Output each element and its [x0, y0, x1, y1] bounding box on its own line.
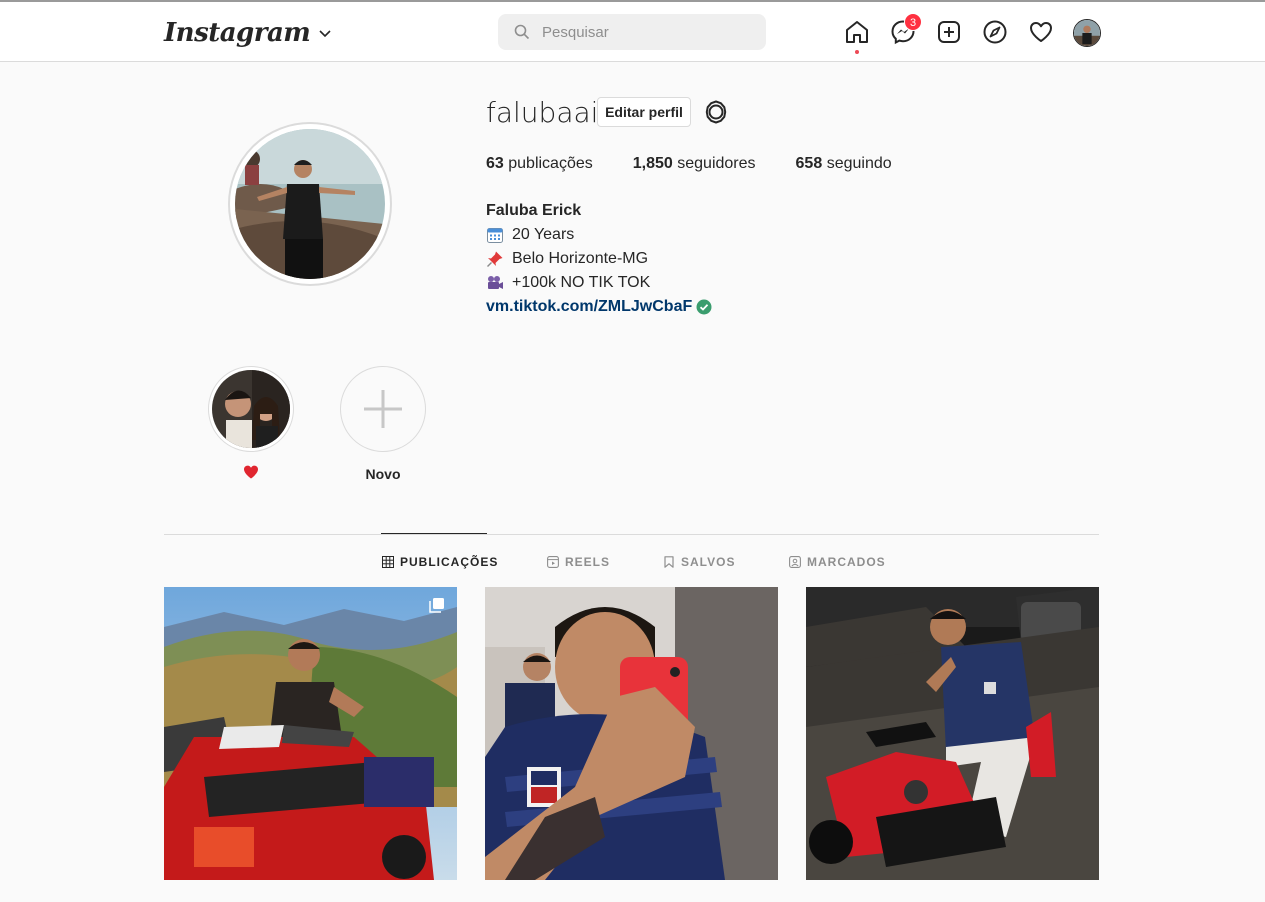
gear-icon[interactable]	[704, 100, 728, 124]
calendar-emoji-icon	[487, 228, 503, 243]
plus-square-icon	[938, 21, 960, 43]
search-input[interactable]	[542, 23, 742, 41]
bio-line: Belo Horizonte-MG	[486, 247, 712, 271]
stat-count: 63	[486, 155, 504, 172]
active-indicator-dot	[855, 50, 859, 54]
top-nav-bar: Instagram 3	[0, 2, 1265, 62]
profile-website-link[interactable]: vm.tiktok.com/ZMLJwCbaF	[486, 295, 712, 319]
profile-full-name: Faluba Erick	[486, 202, 582, 219]
stat-label: seguindo	[826, 155, 892, 172]
edit-profile-button[interactable]: Editar perfil	[597, 97, 691, 127]
bio-text: 20 Years	[512, 226, 575, 243]
instagram-logo[interactable]: Instagram	[164, 16, 332, 50]
stat-count: 658	[795, 155, 823, 172]
profile-picture[interactable]	[228, 122, 392, 286]
new-highlight[interactable]: Novo	[340, 366, 426, 482]
posts-count: 63 publicações	[486, 155, 593, 173]
tab-marcados[interactable]: MARCADOS	[789, 554, 886, 570]
multiple-photos-icon	[429, 598, 444, 613]
tab-label: SALVOS	[681, 555, 736, 569]
profile-bio: Faluba Erick 20 Years Belo Horizonte-MG …	[486, 199, 712, 319]
grid-icon	[382, 556, 394, 568]
avatar-image	[1074, 20, 1100, 46]
stat-label: seguidores	[677, 155, 756, 172]
tab-label: REELS	[565, 555, 611, 569]
new-post-button[interactable]	[936, 19, 962, 45]
bookmark-icon	[664, 556, 674, 568]
tagged-person-icon	[789, 556, 801, 568]
stat-label: publicações	[508, 155, 593, 172]
profile-photo	[235, 129, 385, 279]
stat-count: 1,850	[632, 155, 673, 172]
heart-emoji-icon	[244, 465, 258, 479]
tab-label: PUBLICAÇÕES	[400, 555, 499, 569]
tabs-divider	[164, 534, 1099, 535]
post-photo-quad-bike	[164, 587, 457, 880]
reels-icon	[547, 556, 559, 568]
post-thumbnail[interactable]	[485, 587, 778, 880]
followers-count[interactable]: 1,850 seguidores	[633, 155, 756, 173]
highlight-photo	[212, 370, 290, 448]
link-text: vm.tiktok.com/ZMLJwCbaF	[486, 298, 693, 315]
highlight-cover[interactable]	[208, 366, 294, 452]
post-thumbnail[interactable]	[164, 587, 457, 880]
tab-label: MARCADOS	[807, 555, 886, 569]
profile-avatar-button[interactable]	[1073, 19, 1101, 47]
active-tab-indicator	[381, 533, 487, 534]
story-highlight[interactable]	[208, 366, 294, 480]
profile-username: falubaai	[486, 96, 599, 129]
following-count[interactable]: 658 seguindo	[796, 155, 892, 173]
post-thumbnail[interactable]	[806, 587, 1099, 880]
bio-text: Belo Horizonte-MG	[512, 250, 649, 267]
notification-badge: 3	[904, 13, 922, 31]
explore-button[interactable]	[982, 19, 1008, 45]
search-icon	[514, 24, 530, 40]
bio-line: +100k NO TIK TOK	[486, 271, 712, 295]
heart-outline-icon	[1030, 22, 1052, 42]
profile-stats: 63 publicações 1,850 seguidores 658 segu…	[486, 155, 932, 173]
bio-line: 20 Years	[486, 223, 712, 247]
new-highlight-button[interactable]	[340, 366, 426, 452]
chevron-down-icon	[319, 30, 331, 38]
compass-icon	[983, 20, 1007, 44]
movie-camera-emoji-icon	[488, 276, 503, 289]
logo-text: Instagram	[164, 18, 311, 48]
activity-button[interactable]	[1028, 19, 1054, 45]
check-circle-icon	[696, 299, 712, 315]
messenger-button[interactable]: 3	[890, 13, 922, 45]
search-box[interactable]	[498, 14, 766, 50]
home-button[interactable]	[844, 19, 870, 54]
post-photo-motorcycle	[806, 587, 1099, 880]
plus-icon	[364, 390, 402, 428]
pushpin-emoji-icon	[487, 251, 503, 267]
tab-publicacoes[interactable]: PUBLICAÇÕES	[382, 554, 498, 570]
tab-reels[interactable]: REELS	[547, 554, 610, 570]
tab-salvos[interactable]: SALVOS	[663, 554, 735, 570]
bio-text: +100k NO TIK TOK	[512, 274, 651, 291]
post-photo-mirror-selfie	[485, 587, 778, 880]
highlight-label: Novo	[365, 466, 401, 482]
home-icon	[846, 21, 868, 43]
